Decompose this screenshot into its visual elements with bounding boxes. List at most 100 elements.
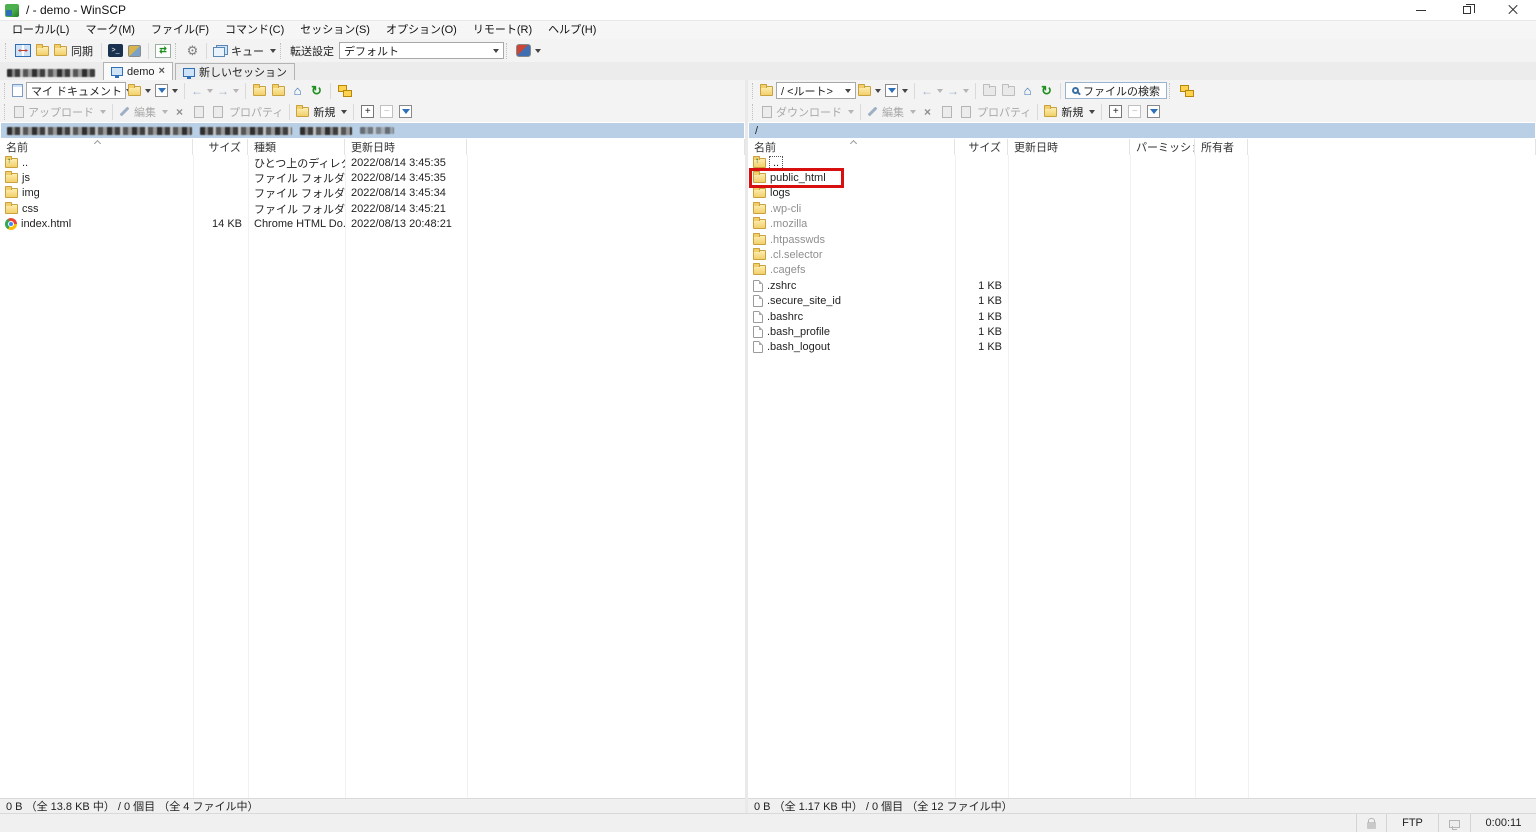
remote-directory-dropdown[interactable]: / <ルート> [776,82,856,99]
local-properties-label[interactable]: プロパティ [227,104,285,120]
menu-command[interactable]: コマンド(C) [217,21,292,40]
file-name-cell: .bash_logout [748,341,955,353]
column-header-type[interactable]: 種類 [248,139,345,155]
file-row-css[interactable]: cssファイル フォルダー2022/08/14 3:45:21 [0,201,745,216]
close-button[interactable] [1490,0,1536,20]
remote-root-directory-button[interactable] [999,81,1018,100]
download-button[interactable]: ダウンロード [760,102,856,121]
console-tools-button[interactable] [125,41,144,60]
file-panels: マイ ドキュメント アップロード 編集 [0,80,1536,813]
file-row-logs[interactable]: logs [748,186,1536,201]
column-header-permissions[interactable]: パーミッション [1130,139,1195,155]
menu-help[interactable]: ヘルプ(H) [540,21,604,40]
column-header-size[interactable]: サイズ [193,139,248,155]
file-row-index.html[interactable]: index.html14 KBChrome HTML Do...2022/08/… [0,217,745,232]
transfer-settings-dropdown[interactable]: デフォルト [339,42,504,59]
menu-session[interactable]: セッション(S) [292,21,378,40]
open-terminal-button[interactable] [106,41,125,60]
column-header-owner[interactable]: 所有者 [1195,139,1248,155]
remote-back-button[interactable] [919,81,945,100]
remote-select-button[interactable]: + [1106,102,1125,121]
local-directory-dropdown[interactable]: マイ ドキュメント [26,82,126,99]
local-copy-button[interactable] [208,102,227,121]
local-refresh-button[interactable] [307,81,326,100]
local-parent-directory-button[interactable] [250,81,269,100]
remote-selection-filter-button[interactable] [1144,102,1163,121]
local-new-button[interactable]: 新規 [294,102,349,121]
remote-tree-button[interactable] [1177,81,1196,100]
tab-new-session[interactable]: 新しいセッション [175,63,295,80]
file-row-.zshrc[interactable]: .zshrc1 KB [748,278,1536,293]
remote-open-directory-button[interactable] [856,81,883,100]
local-root-directory-button[interactable] [269,81,288,100]
queue-button[interactable]: キュー [211,41,278,60]
local-selection-filter-button[interactable] [396,102,415,121]
remote-delete-button[interactable] [918,102,937,121]
local-select-button[interactable]: + [358,102,377,121]
local-delete-button[interactable] [170,102,189,121]
session-color-button[interactable] [514,41,543,60]
menu-local[interactable]: ローカル(L) [4,21,77,40]
column-header-modified[interactable]: 更新日時 [1008,139,1130,155]
remote-path-bar[interactable]: / [749,123,1535,138]
file-row-.bash_logout[interactable]: .bash_logout1 KB [748,340,1536,355]
remote-copy-button[interactable] [956,102,975,121]
file-row-public_html[interactable]: public_html [748,170,1536,185]
remote-refresh-button[interactable] [1037,81,1056,100]
commander-layout-button[interactable] [13,41,33,60]
tab-demo[interactable]: demo [103,62,173,80]
remote-forward-button[interactable] [945,81,971,100]
menu-file[interactable]: ファイル(F) [143,21,217,40]
file-row-.wp-cli[interactable]: .wp-cli [748,201,1536,216]
menu-remote[interactable]: リモート(R) [465,21,540,40]
file-name-text: public_html [770,172,826,184]
file-row-..[interactable]: ..ひとつ上のディレクトリ2022/08/14 3:45:35 [0,155,745,170]
file-row-.cagefs[interactable]: .cagefs [748,263,1536,278]
remote-new-button[interactable]: 新規 [1042,102,1097,121]
local-filter-button[interactable] [153,81,180,100]
file-row-.bashrc[interactable]: .bashrc1 KB [748,309,1536,324]
column-header-size[interactable]: サイズ [955,139,1008,155]
local-tree-button[interactable] [335,81,354,100]
remote-unselect-button[interactable]: − [1125,102,1144,121]
preferences-button[interactable] [183,41,202,60]
minimize-button[interactable] [1398,0,1444,20]
local-home-button[interactable] [288,81,307,100]
file-name: .zshrc [753,280,796,292]
sync-browsing-button[interactable] [33,41,52,60]
remote-home-button[interactable] [1018,81,1037,100]
file-row-js[interactable]: jsファイル フォルダー2022/08/14 3:45:35 [0,170,745,185]
remote-rename-button[interactable] [937,102,956,121]
file-row-.cl.selector[interactable]: .cl.selector [748,247,1536,262]
restore-button[interactable] [1444,0,1490,20]
menu-mark[interactable]: マーク(M) [77,21,143,40]
synchronize-button[interactable]: 同期 [52,41,97,60]
upload-button[interactable]: アップロード [12,102,108,121]
file-row-.secure_site_id[interactable]: .secure_site_id1 KB [748,294,1536,309]
file-row-.htpasswds[interactable]: .htpasswds [748,232,1536,247]
file-row-.bash_profile[interactable]: .bash_profile1 KB [748,324,1536,339]
find-files-button[interactable]: ファイルの検索 [1065,82,1167,99]
notifications-cell[interactable] [1438,814,1470,832]
menu-options[interactable]: オプション(O) [378,21,465,40]
filter-icon [155,84,168,97]
transfer-mode-button[interactable] [153,41,173,60]
column-header-modified[interactable]: 更新日時 [345,139,467,155]
file-type-cell: ファイル フォルダー [248,201,345,217]
file-row-.mozilla[interactable]: .mozilla [748,217,1536,232]
file-row-img[interactable]: imgファイル フォルダー2022/08/14 3:45:34 [0,186,745,201]
file-size-cell: 1 KB [955,311,1008,323]
remote-edit-button[interactable]: 編集 [865,102,918,121]
remote-parent-directory-button[interactable] [980,81,999,100]
local-forward-button[interactable] [215,81,241,100]
remote-properties-label[interactable]: プロパティ [975,104,1033,120]
local-unselect-button[interactable]: − [377,102,396,121]
local-rename-button[interactable] [189,102,208,121]
local-edit-button[interactable]: 編集 [117,102,170,121]
local-path-bar[interactable] [1,123,744,138]
file-row-..[interactable]: .. [748,155,1536,170]
tab-close-icon[interactable] [159,66,165,77]
local-back-button[interactable] [189,81,215,100]
remote-filter-button[interactable] [883,81,910,100]
local-open-directory-button[interactable] [126,81,153,100]
